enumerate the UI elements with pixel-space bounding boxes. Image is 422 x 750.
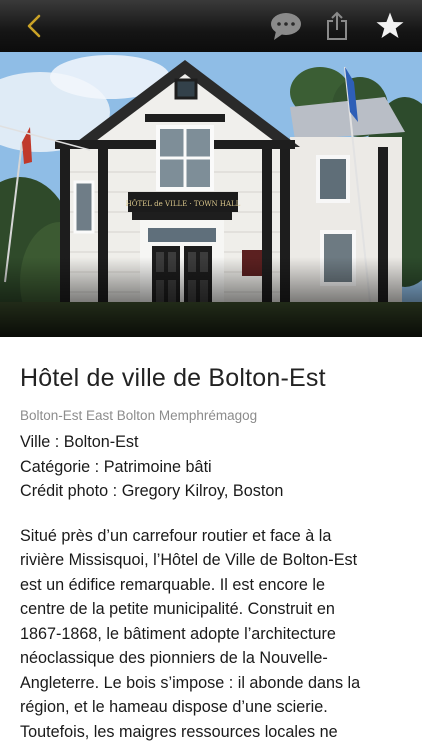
sign-text: HÔTEL de VILLE · TOWN HALL [126,199,241,208]
favorite-button[interactable] [372,0,408,52]
description-line: rivière Missisquoi, l’Hôtel de Ville de … [20,551,358,569]
place-description: Situé près d’un carrefour routier et fac… [20,524,406,745]
comment-button[interactable] [266,0,306,52]
categorie-value: Patrimoine bâti [103,457,212,476]
share-button[interactable] [320,0,354,52]
speech-bubble-icon [271,13,301,40]
description-line: Toutefois, les maigres ressources locale… [20,722,338,741]
ville-label: Ville : [20,433,60,451]
hero-photo: HÔTEL de VILLE · TOWN HALL [0,52,422,337]
star-icon [376,12,404,38]
credit-row: Crédit photo : Gregory Kilroy, Boston [20,479,406,504]
description-line: Situé près d’un carrefour routier et fac… [20,526,332,545]
categorie-row: Catégorie : Patrimoine bâti [20,455,406,480]
description-line: Angleterre. Le bois s’impose : il abonde… [20,673,361,692]
credit-label: Crédit photo : [20,482,118,500]
description-line: est un édifice remarquable. Il est encor… [20,575,326,594]
description-line: région, et le hameau dispose d’une scier… [20,698,328,716]
place-detail: Hôtel de ville de Bolton-Est Bolton-Est … [20,337,406,744]
description-line: centre de la petite municipalité. Constr… [20,600,335,618]
description-line: néoclassique des pionniers de la Nouvell… [20,649,328,667]
ville-value: Bolton-Est [63,433,139,451]
place-metadata: Ville : Bolton-Est Catégorie : Patrimoin… [20,430,406,504]
place-title: Hôtel de ville de Bolton-Est [20,364,326,392]
share-icon [327,11,347,40]
place-tags: Bolton-Est East Bolton Memphrémagog [20,408,258,423]
ville-row: Ville : Bolton-Est [20,430,406,455]
description-line: 1867-1868, le bâtiment adopte l’architec… [20,624,336,643]
categorie-label: Catégorie : [20,457,100,476]
credit-value: Gregory Kilroy, Boston [121,482,284,500]
back-button[interactable] [14,0,54,52]
chevron-left-icon [27,14,41,38]
hero-shade [0,257,422,337]
top-navigation-bar [0,0,422,52]
